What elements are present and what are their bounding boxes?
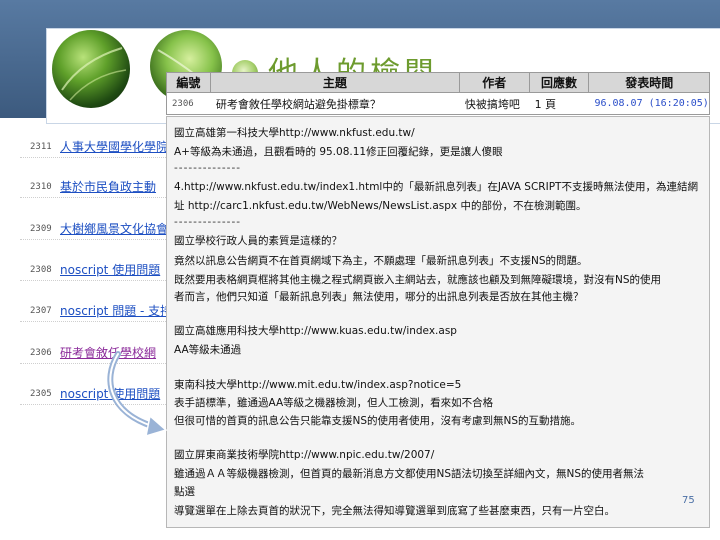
post-line: 點選 <box>174 486 195 498</box>
post-line: 者而言，他們只知道「最新訊息列表」無法使用，哪分的出訊息列表是否放在其他主機？ <box>174 291 584 303</box>
list-item[interactable]: 2310 基於市民負政主動 <box>20 176 180 198</box>
table-header: 編號 主題 作者 回應數 發表時間 <box>166 72 710 93</box>
topic-id: 2306 <box>30 347 52 358</box>
column-header-replies[interactable]: 回應數 <box>530 73 590 92</box>
post-line: 竟然以訊息公告網頁不在首頁網域下為主，不願處理「最新訊息列表」不支援NS的問題。 <box>174 255 588 267</box>
post-line: 既然要用表格網頁框將其他主機之程式網頁嵌入主網站去，就應該也顧及到無障礙環境，對… <box>174 274 662 286</box>
topic-link[interactable]: 大樹鄉風景文化協會 <box>60 220 180 237</box>
list-item[interactable]: 2309 大樹鄉風景文化協會 <box>20 218 180 240</box>
column-header-id[interactable]: 編號 <box>167 73 211 92</box>
topic-id: 2307 <box>30 305 52 316</box>
row-author: 快被搞垮吧 <box>464 97 520 111</box>
post-line: 國立高雄應用科技大學http://www.kuas.edu.tw/index.a… <box>174 325 457 337</box>
page-number: 75 <box>682 495 695 506</box>
post-line: 國立高雄第一科技大學http://www.nkfust.edu.tw/ <box>174 127 415 139</box>
row-subject-link[interactable]: 研考會敘任學校網站避免掛標章？ <box>211 93 460 114</box>
topic-link[interactable]: noscript 使用問題 <box>60 261 180 278</box>
column-header-subject[interactable]: 主題 <box>211 73 460 92</box>
post-line: 址 http://carc1.nkfust.edu.tw/WebNews/New… <box>174 200 587 212</box>
post-line: 但很可惜的首頁的訊息公告只能靠支援NS的使用者使用，沒有考慮到無NS的互動措施。 <box>174 415 582 427</box>
post-line: 國立學校行政人員的素質是這樣的？ <box>174 235 342 247</box>
post-content: 國立高雄第一科技大學http://www.nkfust.edu.tw/ A+等級… <box>166 116 710 528</box>
list-item[interactable]: 2307 noscript 問題 - 支持 <box>20 300 180 322</box>
post-separator: -------------- <box>174 216 242 228</box>
topic-link[interactable]: 基於市民負政主動 <box>60 178 180 195</box>
post-line: 導覽選單在上除去頁首的狀況下，完全無法得知導覽選單到底寫了些甚麼東西，只有一片空… <box>174 505 615 517</box>
topic-id: 2305 <box>30 388 52 399</box>
topic-link[interactable]: 人事大學國學化學院 <box>60 138 180 155</box>
list-item[interactable]: 2308 noscript 使用問題 <box>20 259 180 281</box>
leaf-decoration-icon <box>52 30 130 108</box>
post-line: 表手語標準，雖通過AA等級之機器檢測，但人工檢測，看來如不合格 <box>174 397 494 409</box>
post-line: 4.http://www.nkfust.edu.tw/index1.html中的… <box>174 181 698 193</box>
column-header-author[interactable]: 作者 <box>460 73 530 92</box>
topic-link[interactable]: noscript 問題 - 支持 <box>60 302 180 319</box>
post-line: 東南科技大學http://www.mit.edu.tw/index.asp?no… <box>174 379 462 391</box>
row-time: 96.08.07 (16:20:05) <box>594 98 709 109</box>
topic-id: 2309 <box>30 223 52 234</box>
topic-id: 2308 <box>30 264 52 275</box>
post-separator: -------------- <box>174 162 242 174</box>
post-line: 雖通過ＡＡ等級機器檢測，但首頁的最新消息方文都使用NS語法切換至詳細內文，無NS… <box>174 468 645 480</box>
column-header-time[interactable]: 發表時間 <box>589 73 709 92</box>
topic-id: 2310 <box>30 181 52 192</box>
post-line: AA等級未通過 <box>174 344 242 356</box>
row-id: 2306 <box>172 98 194 109</box>
post-line: 國立屏東商業技術學院http://www.npic.edu.tw/2007/ <box>174 449 435 461</box>
topic-id: 2311 <box>30 141 52 152</box>
list-item[interactable]: 2311 人事大學國學化學院 <box>20 136 180 158</box>
row-replies: 1 頁 <box>534 97 557 111</box>
post-line: A+等級為未通過，且觀看時的 95.08.11修正回覆紀錄，更是讓人傻眼 <box>174 146 503 158</box>
table-row[interactable]: 2306 研考會敘任學校網站避免掛標章？ 快被搞垮吧 1 頁 96.08.07 … <box>166 93 710 115</box>
curved-arrow-icon <box>107 351 168 438</box>
